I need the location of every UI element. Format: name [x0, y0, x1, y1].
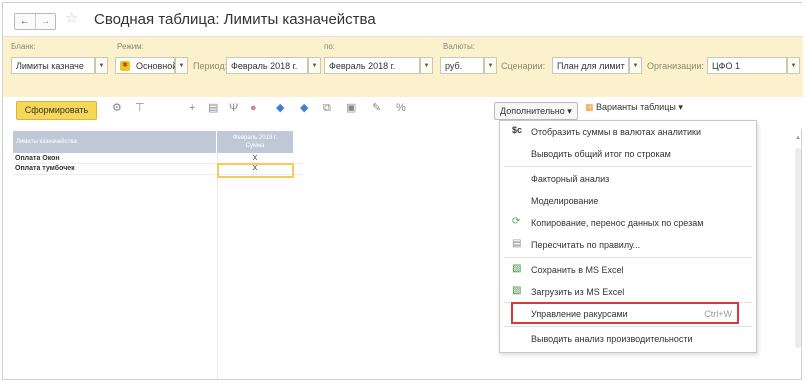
sigma-icon[interactable]: Ψ: [229, 103, 238, 114]
title-bar: ← → ☆ Сводная таблица: Лимиты казначейст…: [3, 3, 803, 37]
header-sum: Сумма: [245, 143, 265, 149]
menu-item-recalc[interactable]: ▤ Пересчитать по правилу...: [500, 236, 756, 254]
currency-icon: $c: [512, 125, 523, 135]
highlight-box: [511, 302, 739, 324]
to-label: по:: [324, 42, 336, 51]
selected-cell[interactable]: [217, 163, 294, 178]
period-to-field[interactable]: Февраль 2018 г.: [324, 57, 420, 74]
page-title: Сводная таблица: Лимиты казначейства: [94, 11, 376, 28]
menu-item-copy-slices[interactable]: ⟳ Копирование, перенос данных по срезам: [500, 214, 756, 232]
print-icon[interactable]: ▤: [208, 103, 218, 114]
period-label: Период:: [193, 61, 228, 71]
percent-icon[interactable]: %: [396, 103, 406, 114]
menu-item-label: Загрузить из MS Excel: [531, 287, 625, 297]
org-label: Организации:: [647, 61, 704, 71]
collapse-icon[interactable]: ◆: [300, 103, 308, 114]
favorite-star-icon[interactable]: ☆: [65, 11, 78, 26]
form-button[interactable]: Сформировать: [16, 101, 97, 120]
period-from-field[interactable]: Февраль 2018 г.: [226, 57, 308, 74]
blank-field[interactable]: Лимиты казначе: [11, 57, 95, 74]
currency-dropdown-icon[interactable]: ▼: [484, 57, 497, 74]
app-window: ← → ☆ Сводная таблица: Лимиты казначейст…: [2, 2, 803, 380]
blank-dropdown-icon[interactable]: ▼: [95, 57, 108, 74]
scenario-field[interactable]: План для лимит: [552, 57, 629, 74]
menu-item-label: Моделирование: [531, 196, 599, 206]
menu-item-save-excel[interactable]: ▧ Сохранить в MS Excel: [500, 261, 756, 279]
copy-icon[interactable]: ⧉: [323, 103, 331, 114]
mode-field[interactable]: ✱ Основной: [115, 57, 178, 74]
mode-star-icon: ✱: [120, 61, 130, 71]
menu-item-performance[interactable]: Выводить анализ производительности: [500, 330, 756, 348]
menu-item-label: Отобразить суммы в валютах аналитики: [531, 127, 701, 137]
nav-buttons: ← →: [14, 13, 56, 30]
vertical-scrollbar[interactable]: [795, 148, 801, 348]
variants-button-label: Варианты таблицы: [596, 102, 676, 112]
currency-field[interactable]: руб.: [440, 57, 484, 74]
recalc-icon: ▤: [512, 238, 522, 249]
org-field[interactable]: ЦФО 1: [707, 57, 787, 74]
more-button[interactable]: Дополнительно ▾: [494, 102, 578, 120]
menu-separator: [504, 257, 752, 258]
paste-icon[interactable]: ▣: [346, 103, 356, 114]
menu-item-load-excel[interactable]: ▧ Загрузить из MS Excel: [500, 283, 756, 301]
copy-slices-icon: ⟳: [512, 216, 521, 227]
menu-separator: [504, 326, 752, 327]
add-icon[interactable]: +: [189, 103, 195, 114]
row-value[interactable]: X: [217, 155, 293, 162]
variants-button[interactable]: ▦ Варианты таблицы ▾: [585, 102, 683, 113]
more-menu: $c Отобразить суммы в валютах аналитики …: [499, 120, 757, 353]
menu-item-label: Выводить общий итог по строкам: [531, 149, 671, 159]
menu-item-show-currency[interactable]: $c Отобразить суммы в валютах аналитики: [500, 123, 756, 141]
menu-separator: [504, 166, 752, 167]
scenario-dropdown-icon[interactable]: ▼: [629, 57, 642, 74]
row-name: Оплата тумбочек: [15, 165, 75, 172]
menu-item-factor-analysis[interactable]: Факторный анализ: [500, 170, 756, 188]
excel-load-icon: ▧: [512, 285, 522, 296]
variants-icon: ▦: [585, 102, 594, 112]
table-header-right: Февраль 2018 г. Сумма: [217, 131, 293, 153]
excel-save-icon: ▧: [512, 263, 522, 274]
table-header-left: Лимиты казначейства: [13, 131, 216, 153]
blank-label: Бланк:: [11, 42, 36, 51]
back-icon[interactable]: ←: [15, 14, 35, 29]
row-name: Оплата Окон: [15, 155, 60, 162]
menu-item-label: Копирование, перенос данных по срезам: [531, 218, 704, 228]
expand-icon[interactable]: ◆: [276, 103, 284, 114]
org-dropdown-icon[interactable]: ▼: [787, 57, 800, 74]
menu-item-label: Выводить анализ производительности: [531, 334, 693, 344]
mode-dropdown-icon[interactable]: ▼: [175, 57, 188, 74]
mode-label: Режим:: [117, 42, 144, 51]
menu-item-total-rows[interactable]: Выводить общий итог по строкам: [500, 145, 756, 163]
menu-item-label: Сохранить в MS Excel: [531, 265, 624, 275]
scenario-label: Сценарии:: [501, 61, 546, 71]
filter-icon[interactable]: ⊤: [135, 103, 145, 114]
scroll-up-icon[interactable]: ▲: [795, 135, 801, 141]
more-button-label: Дополнительно: [500, 106, 565, 116]
column-divider: [217, 153, 218, 379]
forward-icon[interactable]: →: [34, 14, 56, 29]
edit-icon[interactable]: ✎: [372, 103, 381, 114]
menu-item-modeling[interactable]: Моделирование: [500, 192, 756, 210]
mode-value: Основной: [136, 61, 178, 71]
currency-label: Валюты:: [443, 42, 475, 51]
settings-icon[interactable]: ⚙: [112, 103, 122, 114]
menu-item-label: Пересчитать по правилу...: [531, 240, 641, 250]
pivot-table: Лимиты казначейства Февраль 2018 г. Сумм…: [13, 129, 497, 379]
period-to-dropdown-icon[interactable]: ▼: [420, 57, 433, 74]
period-from-dropdown-icon[interactable]: ▼: [308, 57, 321, 74]
record-icon[interactable]: ●: [250, 103, 257, 114]
header-period: Февраль 2018 г.: [232, 135, 278, 141]
menu-item-label: Факторный анализ: [531, 174, 610, 184]
filter-panel: Бланк: Лимиты казначе ▼ Режим: ✱ Основно…: [3, 37, 803, 97]
